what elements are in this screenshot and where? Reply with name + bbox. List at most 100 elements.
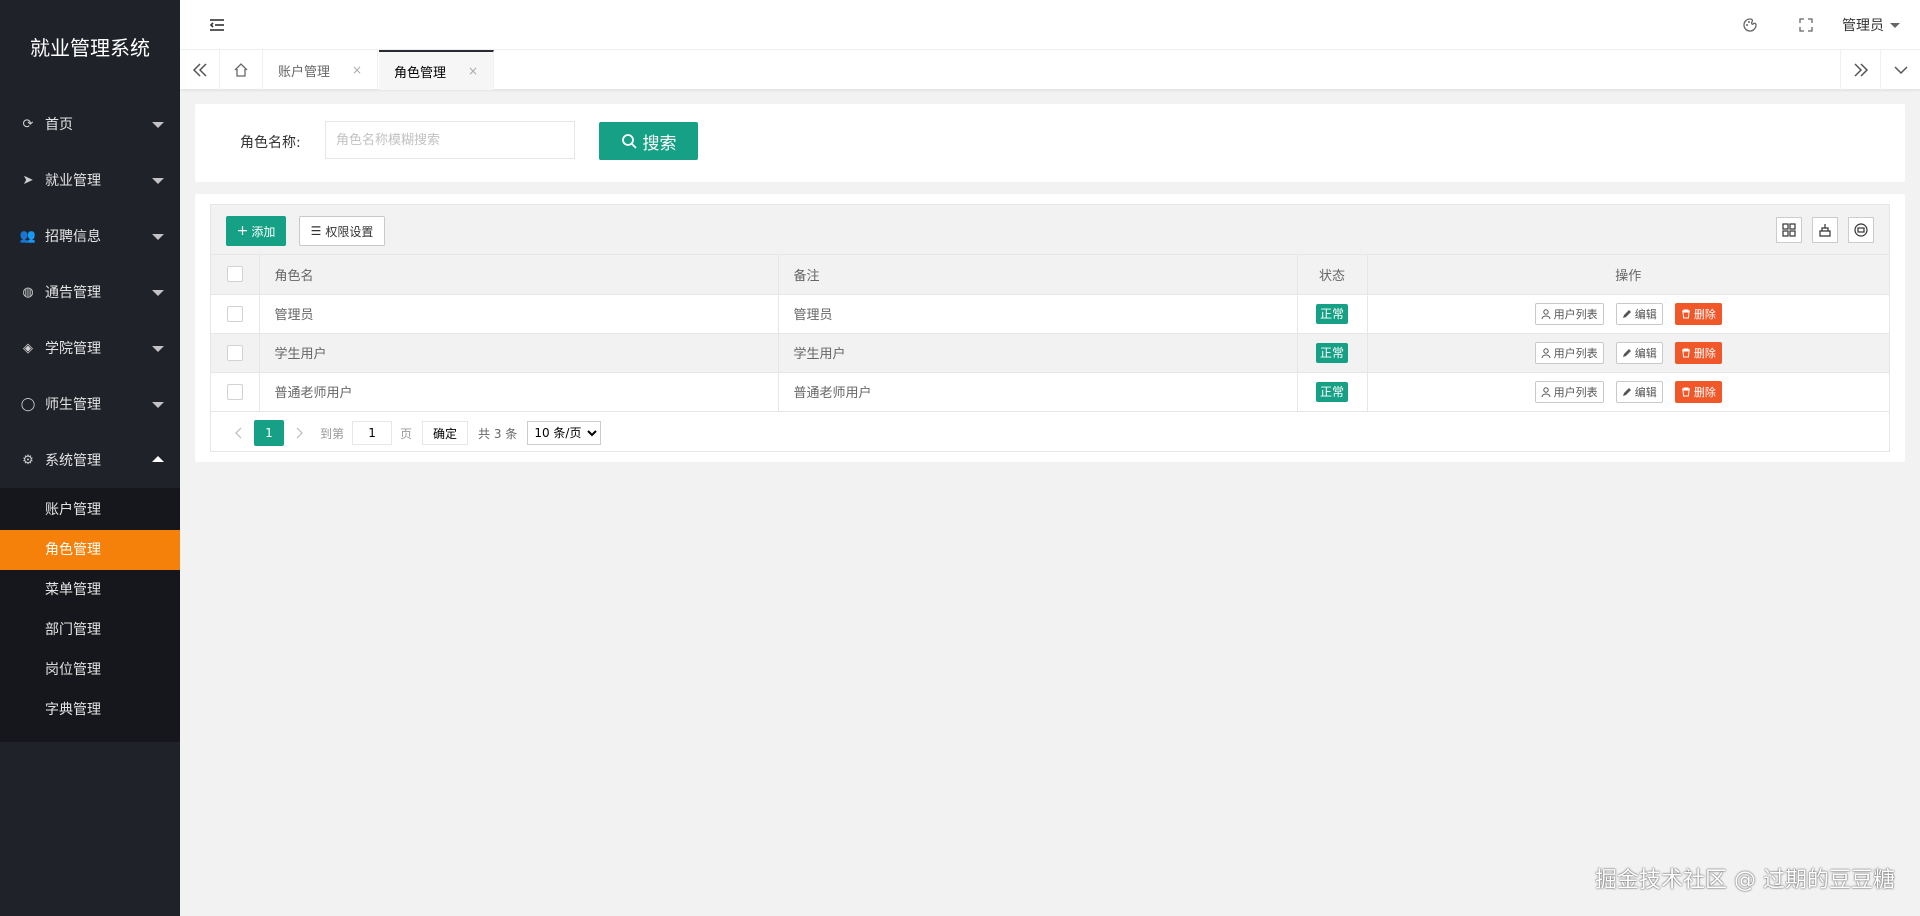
edit-label: 编辑 <box>1634 346 1657 360</box>
tab-label: 角色管理 <box>394 65 447 81</box>
sidebar-subitem-dictionary[interactable]: 字典管理 <box>0 690 180 730</box>
delete-button[interactable]: 删除 <box>1674 302 1722 325</box>
search-button[interactable]: 搜索 <box>599 122 698 160</box>
sidebar-item-label: 师生管理 <box>45 397 101 413</box>
status-cell: 正常 <box>1297 372 1368 412</box>
columns-filter-icon[interactable] <box>1776 217 1802 243</box>
row-checkbox[interactable] <box>226 344 243 361</box>
delete-button[interactable]: 删除 <box>1674 380 1722 403</box>
chevron-down-icon <box>152 346 164 352</box>
actions-cell: 用户列表 编辑 删除 <box>1367 333 1889 373</box>
top-header: 管理员 <box>180 0 1920 50</box>
export-icon[interactable] <box>1812 217 1838 243</box>
prev-page-icon[interactable] <box>226 420 250 446</box>
select-all-cell <box>211 255 260 295</box>
column-header-actions: 操作 <box>1367 255 1889 295</box>
sidebar-item-system[interactable]: ⚙ 系统管理 <box>0 432 180 488</box>
row-select-cell <box>211 294 260 334</box>
list-icon: ☰ <box>310 224 322 238</box>
goto-confirm-button[interactable]: 确定 <box>422 421 469 445</box>
user-name: 管理员 <box>1842 18 1884 34</box>
close-icon[interactable]: × <box>468 64 478 78</box>
search-panel: 角色名称: 搜索 <box>195 104 1905 182</box>
permission-settings-label: 权限设置 <box>325 224 374 239</box>
user-icon <box>1541 308 1551 319</box>
user-list-button[interactable]: 用户列表 <box>1534 341 1604 364</box>
remark-cell: 普通老师用户 <box>778 372 1298 412</box>
role-name-cell: 管理员 <box>259 294 779 334</box>
tab-roles[interactable]: 角色管理 × <box>379 50 495 90</box>
watermark: 掘金技术社区 @ 过期的豆豆糖 <box>1595 868 1895 893</box>
column-header-status[interactable]: 状态 <box>1297 255 1368 295</box>
sidebar-item-label: 系统管理 <box>45 453 101 469</box>
sidebar-subitem-departments[interactable]: 部门管理 <box>0 610 180 650</box>
row-checkbox[interactable] <box>226 305 243 322</box>
tabs-scroll-right-icon[interactable] <box>1840 50 1880 90</box>
menu-toggle-icon[interactable] <box>208 16 226 34</box>
tab-accounts[interactable]: 账户管理 × <box>263 50 379 90</box>
add-button-label: 添加 <box>251 224 276 239</box>
page-size-select[interactable]: 10 条/页 <box>527 421 602 445</box>
users-icon: 👥 <box>19 228 37 244</box>
edit-button[interactable]: 编辑 <box>1615 302 1663 325</box>
user-list-button[interactable]: 用户列表 <box>1534 380 1604 403</box>
home-icon: ⟳ <box>22 116 34 132</box>
home-tab-icon[interactable] <box>220 50 263 90</box>
tab-bar: 账户管理 × 角色管理 × <box>180 50 1920 90</box>
sidebar-subitem-positions[interactable]: 岗位管理 <box>0 650 180 690</box>
edit-label: 编辑 <box>1634 307 1657 321</box>
user-list-label: 用户列表 <box>1553 346 1598 360</box>
tab-label: 账户管理 <box>278 64 331 80</box>
user-list-button[interactable]: 用户列表 <box>1534 302 1604 325</box>
sidebar-item-employment[interactable]: ➤ 就业管理 <box>0 152 180 208</box>
trash-icon <box>1681 309 1690 318</box>
row-select-cell <box>211 333 260 373</box>
sidebar-subitem-accounts[interactable]: 账户管理 <box>0 490 180 530</box>
chevron-up-icon <box>152 456 164 462</box>
sidebar-item-teachers-students[interactable]: ◯ 师生管理 <box>0 376 180 432</box>
remark-cell: 管理员 <box>778 294 1298 334</box>
select-all-checkbox[interactable] <box>226 266 243 283</box>
remark-cell: 学生用户 <box>778 333 1298 373</box>
next-page-icon[interactable] <box>288 420 312 446</box>
user-menu[interactable]: 管理员 <box>1834 15 1920 35</box>
edit-button[interactable]: 编辑 <box>1615 380 1663 403</box>
permission-settings-button[interactable]: ☰ 权限设置 <box>299 216 385 246</box>
sidebar-item-notices[interactable]: ◍ 通告管理 <box>0 264 180 320</box>
fullscreen-icon[interactable] <box>1778 0 1834 50</box>
globe-icon: ◍ <box>22 284 34 300</box>
user-icon: ◯ <box>20 396 36 412</box>
current-page[interactable]: 1 <box>254 420 284 446</box>
role-name-cell: 普通老师用户 <box>259 372 779 412</box>
close-icon[interactable]: × <box>352 63 362 77</box>
sidebar-item-college[interactable]: ◈ 学院管理 <box>0 320 180 376</box>
print-icon[interactable] <box>1848 217 1874 243</box>
sidebar-subitem-roles[interactable]: 角色管理 <box>0 530 180 570</box>
sidebar-subitem-menus[interactable]: 菜单管理 <box>0 570 180 610</box>
tabs-menu-chevron-down-icon[interactable] <box>1880 50 1920 90</box>
chevron-down-icon <box>152 234 164 240</box>
table-row: 管理员 管理员 正常 用户列表 编辑 删除 <box>211 294 1889 334</box>
column-header-remark[interactable]: 备注 <box>778 255 1298 295</box>
tabs-scroll-left-icon[interactable] <box>180 50 220 90</box>
role-name-search-input[interactable] <box>325 121 575 159</box>
palette-icon[interactable] <box>1722 0 1778 50</box>
plus-icon: + <box>236 223 249 239</box>
table-tools <box>1776 217 1874 243</box>
add-button[interactable]: + 添加 <box>226 216 286 246</box>
sidebar-item-recruitment[interactable]: 👥 招聘信息 <box>0 208 180 264</box>
roles-table-panel: + 添加 ☰ 权限设置 角色名 备注 状态 操作 管理员 管理员 正常 用户列表… <box>195 194 1905 462</box>
sidebar-item-label: 招聘信息 <box>45 229 101 245</box>
sidebar-item-home[interactable]: ⟳ 首页 <box>0 96 180 152</box>
goto-page-input[interactable] <box>352 421 393 445</box>
column-header-role-name[interactable]: 角色名 <box>259 255 779 295</box>
row-checkbox[interactable] <box>226 383 243 400</box>
sidebar-item-label: 通告管理 <box>45 285 101 301</box>
page-unit-label: 页 <box>400 426 413 441</box>
edit-label: 编辑 <box>1634 385 1657 399</box>
table-row: 学生用户 学生用户 正常 用户列表 编辑 删除 <box>211 333 1889 373</box>
edit-button[interactable]: 编辑 <box>1615 341 1663 364</box>
status-badge: 正常 <box>1315 381 1348 402</box>
delete-button[interactable]: 删除 <box>1674 341 1722 364</box>
table-header-row: 角色名 备注 状态 操作 <box>211 255 1889 295</box>
